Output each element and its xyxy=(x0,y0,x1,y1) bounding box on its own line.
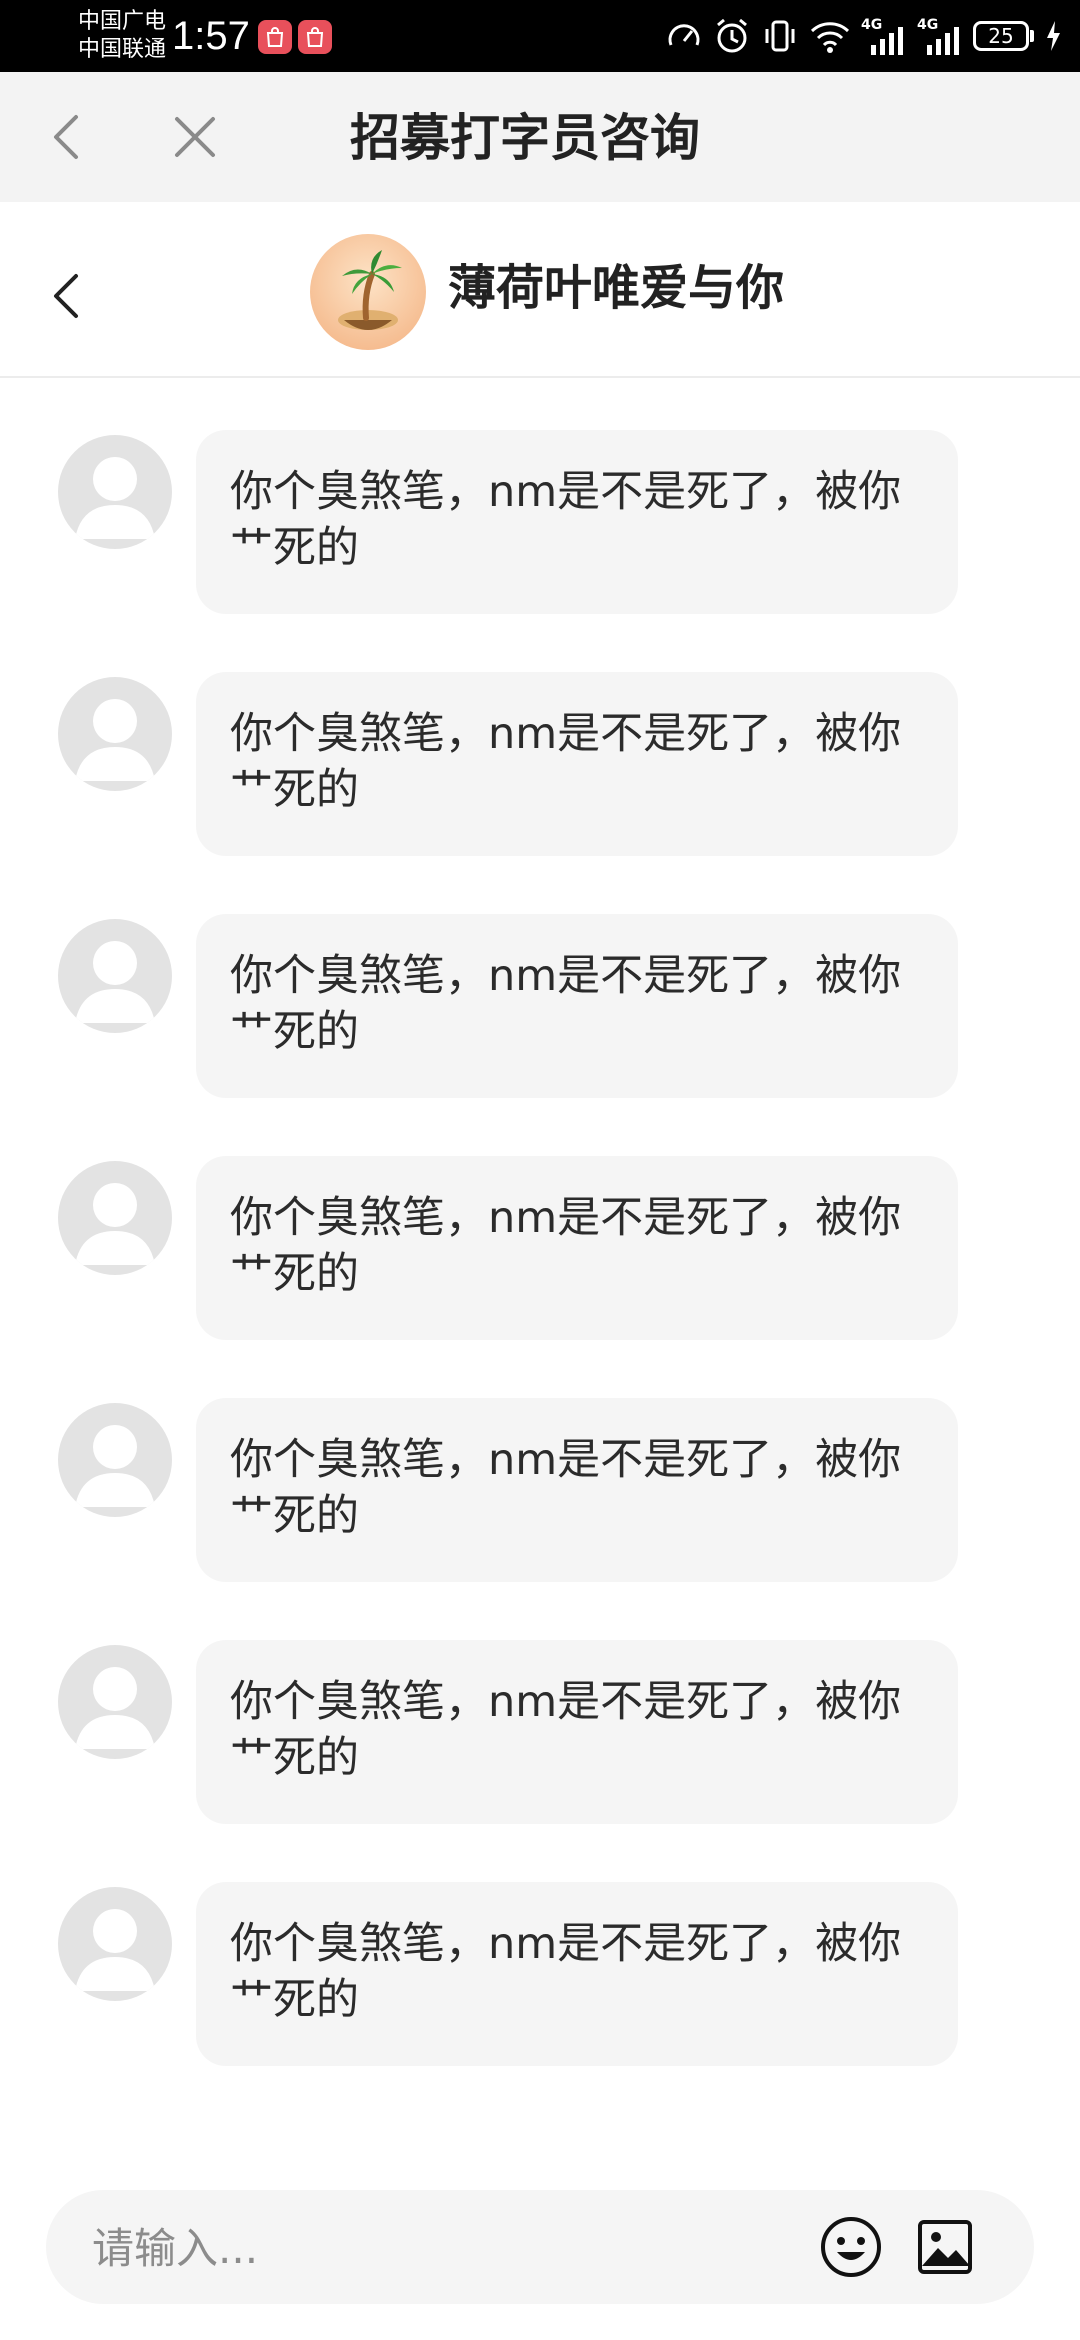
message-text: 你个臭煞笔，nm是不是死了，被你艹死的 xyxy=(230,1193,902,1299)
user-placeholder-icon xyxy=(75,1425,155,1507)
message-row: 你个臭煞笔，nm是不是死了，被你艹死的 xyxy=(0,622,1080,856)
close-icon[interactable] xyxy=(165,107,225,167)
carrier-2: 中国联通 xyxy=(78,37,167,62)
user-placeholder-icon xyxy=(75,1183,155,1265)
signal-4g-icon: 4G xyxy=(861,17,907,55)
avatar[interactable] xyxy=(58,435,172,549)
message-bubble[interactable]: 你个臭煞笔，nm是不是死了，被你艹死的 xyxy=(196,1156,958,1340)
message-bubble[interactable]: 你个臭煞笔，nm是不是死了，被你艹死的 xyxy=(196,914,958,1098)
emoji-icon[interactable] xyxy=(818,2214,884,2280)
message-text: 你个臭煞笔，nm是不是死了，被你艹死的 xyxy=(230,1677,902,1783)
speedometer-icon xyxy=(668,24,700,46)
message-row: 你个臭煞笔，nm是不是死了，被你艹死的 xyxy=(0,1106,1080,1340)
user-placeholder-icon xyxy=(75,1909,155,1991)
avatar[interactable] xyxy=(58,1161,172,1275)
carrier-1: 中国广电 xyxy=(78,9,167,34)
message-bubble[interactable]: 你个臭煞笔，nm是不是死了，被你艹死的 xyxy=(196,430,958,614)
message-bubble[interactable]: 你个臭煞笔，nm是不是死了，被你艹死的 xyxy=(196,1398,958,1582)
status-bar: 中国广电 中国联通 1:57 4G 4G 25 xyxy=(0,0,1080,72)
message-row: 你个臭煞笔，nm是不是死了，被你艹死的 xyxy=(0,1348,1080,1582)
page-title: 招募打字员咨询 xyxy=(350,109,700,167)
shopping-bag-icon xyxy=(258,20,292,54)
message-row: 你个臭煞笔，nm是不是死了，被你艹死的 xyxy=(0,380,1080,614)
message-row: 你个臭煞笔，nm是不是死了，被你艹死的 xyxy=(0,864,1080,1098)
user-placeholder-icon xyxy=(75,699,155,781)
charging-icon xyxy=(1047,21,1060,51)
message-text: 你个臭煞笔，nm是不是死了，被你艹死的 xyxy=(230,951,902,1057)
avatar[interactable] xyxy=(58,1403,172,1517)
back-arrow-icon[interactable] xyxy=(40,107,100,167)
battery-level: 25 xyxy=(973,21,1029,51)
nav-bar: 招募打字员咨询 xyxy=(0,72,1080,202)
contact-avatar[interactable] xyxy=(310,234,426,350)
message-text: 你个臭煞笔，nm是不是死了，被你艹死的 xyxy=(230,709,902,815)
chat-header: 薄荷叶唯爱与你 xyxy=(0,202,1080,378)
message-bubble[interactable]: 你个臭煞笔，nm是不是死了，被你艹死的 xyxy=(196,1640,958,1824)
message-bubble[interactable]: 你个臭煞笔，nm是不是死了，被你艹死的 xyxy=(196,1882,958,2066)
avatar[interactable] xyxy=(58,677,172,791)
chevron-left-icon[interactable] xyxy=(44,266,94,326)
avatar[interactable] xyxy=(58,1887,172,2001)
message-row: 你个臭煞笔，nm是不是死了，被你艹死的 xyxy=(0,1832,1080,2066)
signal-4g-icon: 4G xyxy=(917,17,963,55)
message-text: 你个臭煞笔，nm是不是死了，被你艹死的 xyxy=(230,1919,902,2025)
message-input[interactable] xyxy=(92,2218,792,2278)
contact-name: 薄荷叶唯爱与你 xyxy=(448,260,785,316)
message-text: 你个臭煞笔，nm是不是死了，被你艹死的 xyxy=(230,467,902,573)
alarm-icon xyxy=(717,18,747,53)
message-text: 你个臭煞笔，nm是不是死了，被你艹死的 xyxy=(230,1435,902,1541)
user-placeholder-icon xyxy=(75,941,155,1023)
battery-icon: 25 xyxy=(973,21,1034,51)
status-time: 1:57 xyxy=(172,14,250,58)
message-row: 你个臭煞笔，nm是不是死了，被你艹死的 xyxy=(0,1590,1080,1824)
wifi-icon xyxy=(810,22,850,53)
vibrate-icon xyxy=(765,20,795,52)
message-bubble[interactable]: 你个臭煞笔，nm是不是死了，被你艹死的 xyxy=(196,672,958,856)
palm-tree-island-icon xyxy=(338,250,402,330)
user-placeholder-icon xyxy=(75,1667,155,1749)
image-icon[interactable] xyxy=(912,2214,978,2280)
message-input-bar xyxy=(46,2190,1034,2304)
avatar[interactable] xyxy=(58,919,172,1033)
shopping-bag-icon xyxy=(298,20,332,54)
user-placeholder-icon xyxy=(75,457,155,539)
avatar[interactable] xyxy=(58,1645,172,1759)
carrier-info: 中国广电 中国联通 xyxy=(78,8,166,64)
status-icons: 4G 4G 25 xyxy=(665,14,1062,58)
